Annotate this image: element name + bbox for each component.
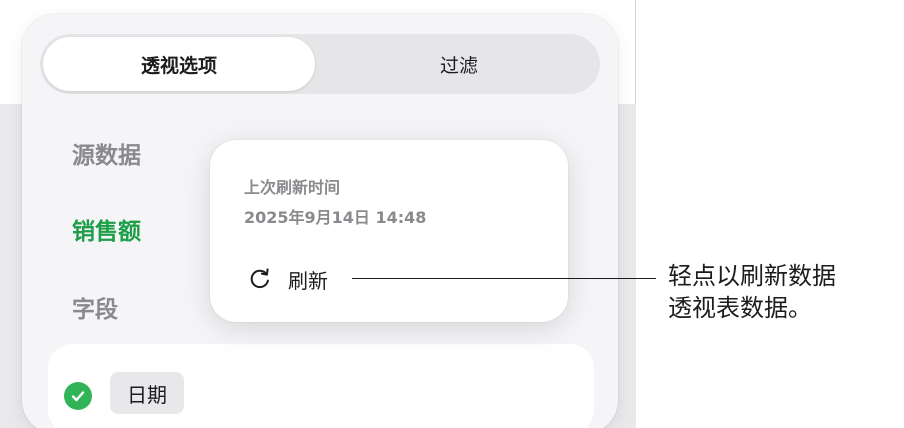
callout-line — [352, 278, 656, 279]
segmented-control: 透视选项 过滤 — [40, 34, 600, 94]
last-refresh-title: 上次刷新时间 — [244, 178, 341, 197]
fields-heading: 字段 — [72, 297, 118, 323]
refresh-button[interactable]: 刷新 — [240, 260, 352, 298]
callout-text: 轻点以刷新数据 透视表数据。 — [668, 260, 898, 324]
last-refresh-timestamp: 2025年9月14日 14:48 — [244, 208, 427, 227]
source-data-link[interactable]: 销售额 — [72, 212, 141, 246]
field-chip-date[interactable]: 日期 — [110, 372, 184, 414]
refresh-icon — [250, 268, 269, 289]
source-data-heading: 源数据 — [72, 143, 141, 169]
checkmark-icon[interactable] — [64, 382, 92, 410]
tab-filter[interactable]: 过滤 — [320, 37, 598, 91]
refresh-label: 刷新 — [288, 268, 328, 293]
tab-pivot-options[interactable]: 透视选项 — [43, 37, 315, 91]
callout-line-1: 轻点以刷新数据 — [668, 262, 836, 290]
callout-line-2: 透视表数据。 — [668, 294, 812, 322]
